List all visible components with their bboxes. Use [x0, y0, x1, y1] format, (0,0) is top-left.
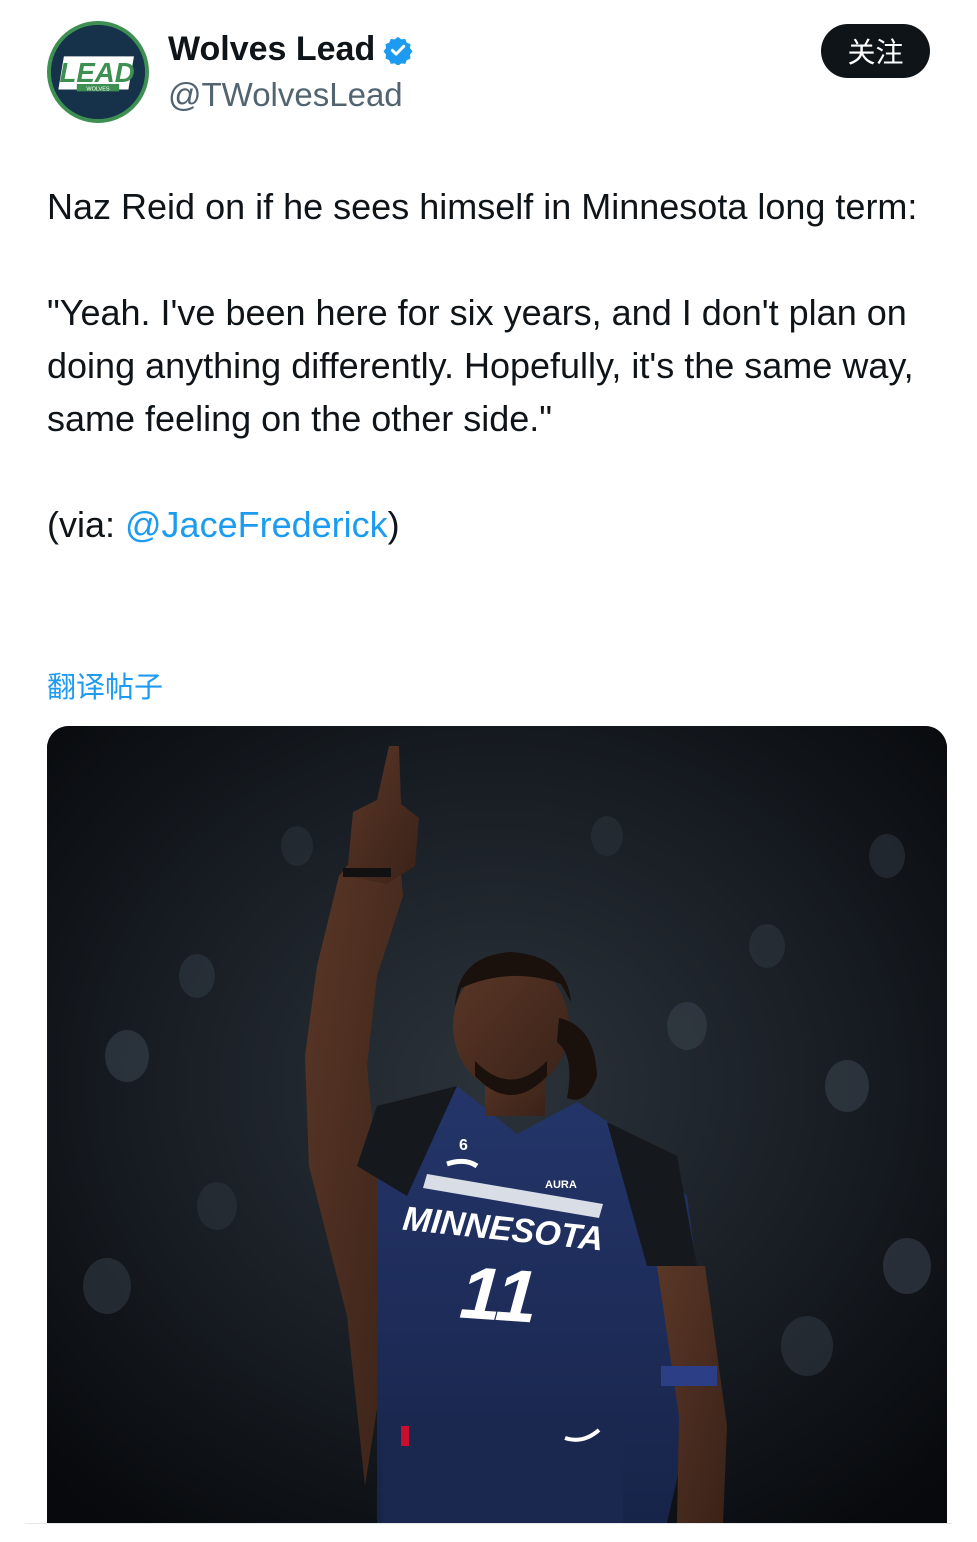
display-name[interactable]: Wolves Lead — [168, 30, 413, 69]
verified-badge-icon — [383, 36, 413, 65]
translate-post-link[interactable]: 翻译帖子 — [47, 664, 163, 706]
via-suffix: ) — [387, 504, 400, 545]
avatar-logo-text: LEAD — [59, 57, 134, 88]
avatar-logo-subtext: WOLVES — [86, 86, 110, 92]
team-logo-icon: LEAD WOLVES — [51, 25, 145, 119]
player-photo: 6 AURA MINNESOTA 11 — [47, 726, 947, 1523]
display-name-text: Wolves Lead — [168, 30, 376, 68]
mention-link[interactable]: @JaceFrederick — [125, 504, 388, 545]
jersey-sponsor-text: AURA — [545, 1179, 577, 1191]
tweet-paragraph-quote: "Yeah. I've been here for six years, and… — [47, 292, 914, 439]
tweet-header: LEAD WOLVES Wolves Lead @TWolvesLead 关注 — [0, 0, 977, 140]
tweet-paragraph-intro: Naz Reid on if he sees himself in Minnes… — [47, 186, 918, 227]
via-prefix: (via: — [47, 504, 126, 545]
jersey-number-text: 11 — [458, 1250, 540, 1338]
user-handle[interactable]: @TWolvesLead — [168, 76, 403, 114]
bottom-divider — [25, 1523, 952, 1524]
avatar[interactable]: LEAD WOLVES — [47, 21, 149, 123]
jersey-patch-number: 6 — [459, 1137, 468, 1154]
tweet-text: Naz Reid on if he sees himself in Minnes… — [47, 180, 947, 551]
tweet-paragraph-via: (via: @JaceFrederick) — [47, 498, 947, 551]
follow-button[interactable]: 关注 — [821, 24, 930, 78]
tweet-media-image[interactable]: 6 AURA MINNESOTA 11 — [47, 726, 947, 1523]
